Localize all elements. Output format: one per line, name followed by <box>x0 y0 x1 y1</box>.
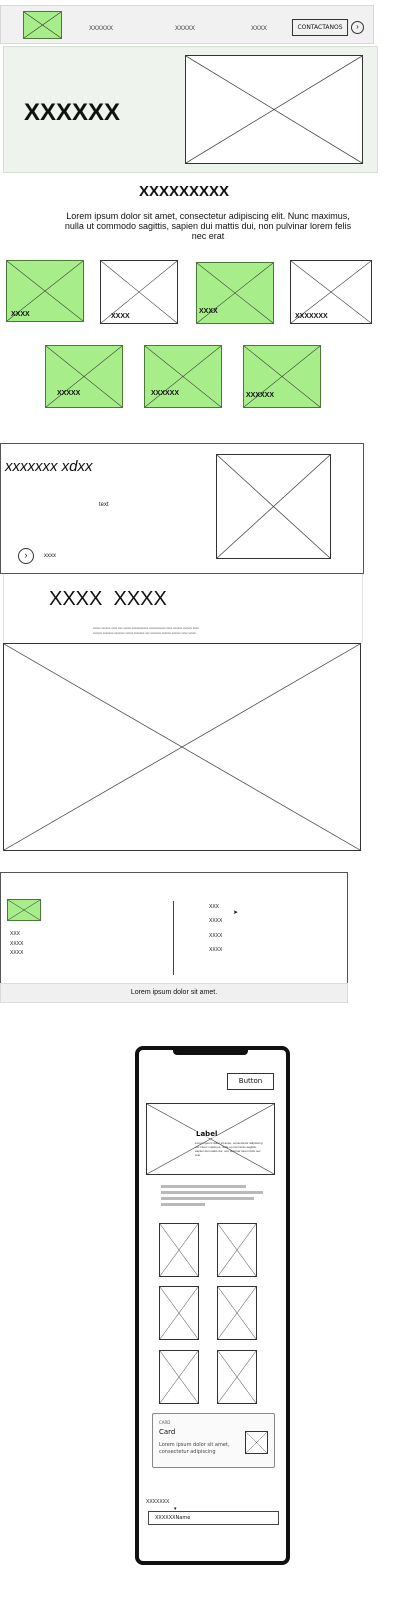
feature-section: xxxxxxx xdxx text › xxxx <box>0 443 364 574</box>
tile-4-label: XXXXXXX <box>295 313 328 320</box>
card-text: Lorem ipsum dolor sit amet, consectetur … <box>159 1442 230 1455</box>
footer-left-link-2[interactable]: XXXX <box>10 941 23 947</box>
footer-divider <box>173 901 174 975</box>
tile-2-label: XXXX <box>111 313 130 320</box>
contact-button[interactable]: CONTACTANOS <box>292 19 348 36</box>
tile-3[interactable]: XXXX <box>196 262 274 324</box>
phone-frame: Button Label Lorem ipsum dolor sit amet,… <box>135 1046 290 1565</box>
nav-link-3[interactable]: XXXX <box>251 26 267 32</box>
phone-name-input[interactable]: XXXXXXName <box>148 1511 279 1525</box>
tile-5[interactable]: XXXXX <box>45 345 123 408</box>
tile-6-label: XXXXXX <box>151 390 180 397</box>
phone-grid-image-6[interactable] <box>217 1350 257 1404</box>
nav-link-2[interactable]: XXXXX <box>175 26 195 32</box>
tile-1-label: XXXX <box>11 311 30 318</box>
phone-card[interactable]: CARD Card Lorem ipsum dolor sit amet, co… <box>152 1413 275 1468</box>
tile-2[interactable]: XXXX <box>100 260 178 324</box>
tile-7[interactable]: XXXXXX <box>243 345 321 408</box>
media-caption-2: xxxxxx xxxxxxx xxxxxxx xxxxx xxxxxxx xxx… <box>93 631 196 635</box>
phone-text-line-2 <box>161 1191 263 1194</box>
footer-left-link-3[interactable]: XXXX <box>10 950 23 956</box>
tile-3-label: XXXX <box>199 308 218 315</box>
feature-image <box>216 454 331 559</box>
phone-hero-image: Label Lorem ipsum dolor sit amet, consec… <box>146 1103 275 1175</box>
hero-image <box>185 55 363 164</box>
media-title: XXXX XXXX <box>49 588 167 610</box>
phone-grid-image-1[interactable] <box>159 1223 199 1277</box>
footer-logo[interactable] <box>7 899 41 921</box>
cursor-arrow-icon: ➤ <box>233 910 239 916</box>
phone-name-input-value: XXXXXXName <box>155 1515 191 1521</box>
feature-title: xxxxxxx xdxx <box>5 458 93 475</box>
phone-text-line-1 <box>161 1185 246 1188</box>
intro-text: Lorem ipsum dolor sit amet, consectetur … <box>64 211 352 241</box>
tile-6[interactable]: XXXXXX <box>144 345 222 408</box>
footer-right-link-2[interactable]: XXXX <box>209 918 222 924</box>
intro-title: XXXXXXXXX <box>138 183 230 200</box>
tile-7-label: XXXXXX <box>246 392 275 399</box>
footer-copyright: Lorem ipsum dolor sit amet. <box>130 989 218 996</box>
phone-image-label: Label <box>196 1130 218 1138</box>
logo-image[interactable] <box>23 11 62 39</box>
play-circle-icon[interactable]: › <box>18 548 34 564</box>
hero-section: XXXXXX <box>3 46 378 173</box>
phone-text-line-4 <box>161 1203 205 1206</box>
card-image <box>245 1431 268 1454</box>
phone-text-line-3 <box>161 1197 254 1200</box>
tile-4[interactable]: XXXXXXX <box>290 260 372 324</box>
phone-grid-image-2[interactable] <box>217 1223 257 1277</box>
card-title: Card <box>159 1428 176 1436</box>
phone-field-label: XXXXXXX <box>146 1499 170 1505</box>
feature-link[interactable]: xxxx <box>44 553 56 559</box>
card-caption: CARD <box>159 1420 171 1425</box>
top-header: XXXXXX XXXXX XXXX CONTACTANOS › <box>0 5 374 44</box>
tile-5-label: XXXXX <box>57 390 81 397</box>
chevron-right-circle-icon[interactable]: › <box>351 21 364 34</box>
phone-button[interactable]: Button <box>227 1073 274 1090</box>
footer-copyright-bar: Lorem ipsum dolor sit amet. <box>0 983 348 1003</box>
feature-text: text <box>99 502 109 508</box>
phone-grid-image-4[interactable] <box>217 1286 257 1340</box>
phone-button-label: Button <box>238 1077 263 1085</box>
footer: XXX XXXX XXXX XXX ➤ XXXX XXXX XXXX <box>0 872 348 983</box>
media-image <box>3 643 361 851</box>
footer-right-link-3[interactable]: XXXX <box>209 933 222 939</box>
hero-title: XXXXXX <box>24 99 121 126</box>
phone-grid-image-5[interactable] <box>159 1350 199 1404</box>
media-header: XXXX XXXX xxxxx xxxxxx xxxx xxx xxxxx xx… <box>3 574 363 642</box>
phone-notch <box>173 1047 248 1055</box>
tile-1[interactable]: XXXX <box>6 260 84 322</box>
media-caption-1: xxxxx xxxxxx xxxx xxx xxxxx xxxxxxxxxxx … <box>93 626 199 630</box>
footer-right-link-1[interactable]: XXX <box>209 904 219 910</box>
phone-grid-image-3[interactable] <box>159 1286 199 1340</box>
footer-left-link-1[interactable]: XXX <box>10 931 20 937</box>
phone-image-text: Lorem ipsum dolor sit amet, consectetur … <box>195 1141 263 1157</box>
nav-link-1[interactable]: XXXXXX <box>89 26 113 32</box>
contact-button-label: CONTACTANOS <box>297 24 343 31</box>
footer-right-link-4[interactable]: XXXX <box>209 947 222 953</box>
